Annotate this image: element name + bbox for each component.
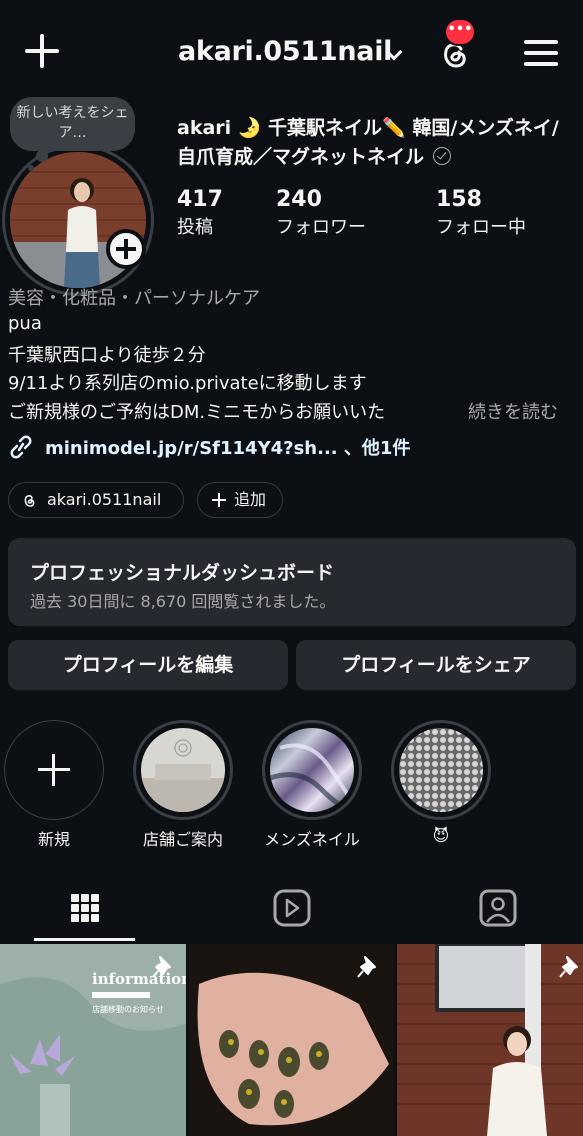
stat-followers-value: 240 bbox=[276, 187, 322, 212]
new-highlight-plus-icon bbox=[4, 720, 104, 820]
pin-icon bbox=[559, 956, 578, 978]
stat-followers[interactable]: 240 フォロワー bbox=[276, 186, 366, 242]
dashboard-subtitle: 過去 30日間に 8,670 回閲覧されました。 bbox=[30, 592, 336, 611]
add-story-icon[interactable] bbox=[106, 229, 146, 269]
profile-category: 美容・化粧品・パーソナルケア bbox=[8, 288, 260, 309]
grid-post[interactable] bbox=[189, 944, 394, 1136]
stat-posts-value: 417 bbox=[177, 187, 223, 212]
display-name-text: akari 🌛 千葉駅ネイル✏️ 韓国/メンズネイ/自爪育成／マグネットネイル bbox=[177, 117, 559, 168]
edit-profile-button[interactable]: プロフィールを編集 bbox=[8, 640, 288, 690]
reels-icon[interactable] bbox=[262, 886, 322, 932]
threads-profile-chip[interactable]: akari.0511nail bbox=[8, 482, 184, 518]
add-chip-label: 追加 bbox=[234, 490, 267, 509]
bio-line: 千葉駅西口より徒歩２分 bbox=[8, 345, 206, 366]
highlight-cover bbox=[141, 728, 225, 812]
bio-line: 9/11より系列店のmio.privateに移動します bbox=[8, 373, 367, 394]
dashboard-title: プロフェッショナルダッシュボード bbox=[30, 562, 335, 584]
link-icon bbox=[10, 435, 32, 459]
notification-badge: ••• bbox=[444, 18, 476, 46]
professional-dashboard[interactable]: プロフェッショナルダッシュボード 過去 30日間に 8,670 回閲覧されました… bbox=[8, 538, 576, 626]
pin-icon bbox=[152, 956, 171, 978]
create-plus-icon[interactable] bbox=[22, 32, 62, 72]
post-overlay-subtitle: 店舗移動のお知らせ bbox=[92, 1004, 164, 1014]
threads-icon bbox=[24, 495, 35, 507]
share-profile-button[interactable]: プロフィールをシェア bbox=[296, 640, 576, 690]
note-bubble-tail-small bbox=[28, 165, 34, 171]
verified-check-icon bbox=[432, 147, 451, 165]
read-more-link[interactable]: 続きを読む bbox=[468, 398, 558, 424]
note-bubble[interactable]: 新しい考えをシェア… bbox=[10, 97, 135, 151]
grid-post[interactable] bbox=[397, 944, 583, 1136]
stat-following-value: 158 bbox=[436, 187, 482, 212]
threads-chip-label: akari.0511nail bbox=[47, 490, 162, 509]
add-chip[interactable]: 追加 bbox=[197, 482, 283, 518]
stat-following-label: フォロー中 bbox=[436, 217, 526, 238]
note-bubble-tail bbox=[36, 150, 48, 162]
stat-posts[interactable]: 417 投稿 bbox=[177, 186, 223, 242]
pin-icon bbox=[357, 956, 376, 978]
active-tab-indicator bbox=[34, 938, 135, 941]
stat-followers-label: フォロワー bbox=[276, 217, 366, 238]
top-bar: akari.0511nail ••• bbox=[0, 0, 583, 106]
stat-posts-label: 投稿 bbox=[177, 217, 213, 238]
highlight-cover bbox=[270, 728, 354, 812]
menu-icon[interactable] bbox=[524, 38, 560, 68]
highlight-cover bbox=[399, 728, 483, 812]
post-overlay-bar bbox=[92, 992, 150, 998]
plus-icon bbox=[212, 493, 226, 507]
grid-post[interactable]: information 店舗移動のお知らせ bbox=[0, 944, 186, 1136]
account-username[interactable]: akari.0511nail bbox=[178, 36, 392, 67]
grid-icon[interactable] bbox=[55, 886, 115, 932]
bio-link-text: minimodel.jp/r/Sf114Y4?sh... 、他1件 bbox=[45, 438, 411, 459]
highlight-label: 😈 bbox=[432, 826, 450, 845]
display-name: akari 🌛 千葉駅ネイル✏️ 韓国/メンズネイ/自爪育成／マグネットネイル bbox=[177, 114, 577, 172]
tagged-icon[interactable] bbox=[468, 886, 528, 932]
stat-following[interactable]: 158 フォロー中 bbox=[436, 186, 526, 242]
bio-line: pua bbox=[8, 313, 42, 334]
bio-line: ご新規様のご予約はDM.ミニモからお願いいた bbox=[8, 402, 386, 423]
